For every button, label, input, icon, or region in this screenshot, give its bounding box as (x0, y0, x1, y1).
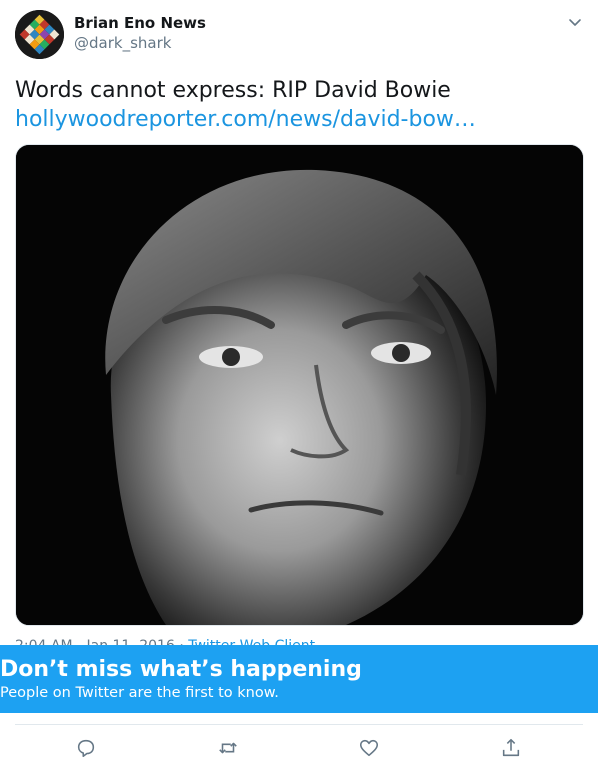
reply-icon[interactable] (75, 737, 97, 759)
share-icon[interactable] (500, 737, 522, 759)
retweet-icon[interactable] (217, 737, 239, 759)
tweet-link[interactable]: hollywoodreporter.com/news/david-bow… (15, 105, 476, 134)
mosaic-avatar-icon (15, 10, 64, 59)
banner-subtitle: People on Twitter are the first to know. (0, 685, 279, 701)
chevron-down-icon[interactable] (566, 14, 584, 32)
signup-banner[interactable]: Don’t miss what’s happening People on Tw… (0, 645, 598, 713)
portrait-photo-icon (16, 145, 583, 625)
author-avatar[interactable] (15, 10, 64, 59)
like-icon[interactable] (358, 737, 380, 759)
author-name[interactable]: Brian Eno News (74, 14, 206, 32)
author-handle[interactable]: @dark_shark (74, 34, 171, 52)
divider (15, 724, 583, 725)
tweet-photo[interactable] (15, 144, 584, 626)
banner-title: Don’t miss what’s happening (0, 657, 362, 682)
tweet-text: Words cannot express: RIP David Bowie (15, 78, 451, 103)
